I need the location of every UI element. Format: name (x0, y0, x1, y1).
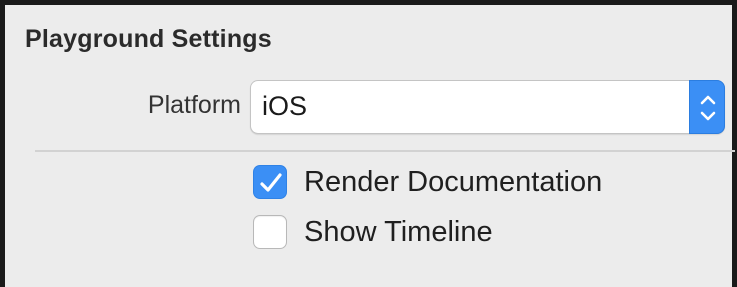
option-label: Render Documentation (304, 166, 603, 198)
checkbox-checked[interactable] (253, 165, 287, 199)
platform-label: Platform (147, 91, 241, 119)
platform-select-value: iOS (262, 91, 308, 121)
checkmark-icon (260, 173, 282, 192)
checkbox-unchecked[interactable] (253, 215, 287, 249)
section-title: Playground Settings (25, 25, 272, 53)
up-down-chevrons-icon[interactable] (689, 80, 725, 134)
divider (35, 150, 735, 152)
playground-settings-panel: Playground Settings Platform iOS Render … (0, 0, 737, 287)
option-label: Show Timeline (304, 216, 493, 248)
platform-select[interactable]: iOS (250, 80, 725, 134)
